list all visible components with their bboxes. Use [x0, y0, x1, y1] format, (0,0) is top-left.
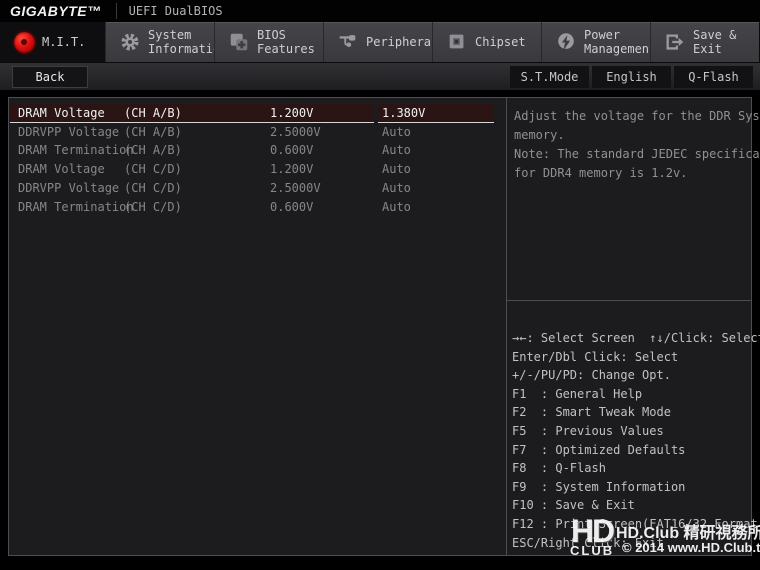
qflash-button[interactable]: Q-Flash: [674, 66, 753, 88]
setting-label: DRAM Termination: [18, 200, 134, 214]
setting-row-ddrvpp-voltage-ab[interactable]: DDRVPP Voltage (CH A/B) 2.5000V Auto: [10, 123, 504, 142]
tab-peripherals[interactable]: Peripherals: [323, 22, 445, 62]
setting-configured-value: 1.380V: [382, 106, 426, 120]
legend-line: F2 : Smart Tweak Mode: [512, 405, 671, 420]
toolbar-right-group: S.T.Mode English Q-Flash: [510, 66, 753, 88]
st-mode-button[interactable]: S.T.Mode: [510, 66, 589, 88]
setting-channel: (CH A/B): [124, 125, 182, 139]
setting-row-dram-termination-ab[interactable]: DRAM Termination (CH A/B) 0.600V Auto: [10, 141, 504, 160]
tab-power-management[interactable]: Power Management: [541, 22, 656, 62]
legend-line: F9 : System Information: [512, 479, 686, 494]
help-line: memory.: [514, 128, 565, 142]
info-panel: Adjust the voltage for the DDR System me…: [506, 98, 760, 555]
hdclub-logo-hd: HD: [570, 513, 615, 549]
tab-mit[interactable]: M.I.T.: [0, 22, 105, 62]
mit-red-ball-icon: [12, 30, 36, 54]
tab-label: BIOS Features: [257, 28, 315, 56]
setting-channel: (CH C/D): [124, 181, 182, 195]
title-bar: GIGABYTE™ UEFI DualBIOS: [0, 0, 760, 22]
setting-current-value: 0.600V: [270, 200, 314, 214]
hdclub-logo: HD CLUB: [570, 513, 615, 558]
setting-channel: (CH A/B): [124, 106, 182, 120]
help-line: for DDR4 memory is 1.2v.: [514, 166, 688, 180]
watermark-copyright: © 2014 www.HD.Club.tw: [622, 540, 760, 555]
setting-row-dram-termination-cd[interactable]: DRAM Termination (CH C/D) 0.600V Auto: [10, 198, 504, 217]
power-icon: [554, 30, 578, 54]
product-name: UEFI DualBIOS: [128, 4, 223, 18]
tab-bios-features[interactable]: BIOS Features: [214, 22, 323, 62]
setting-configured-value: Auto: [382, 125, 411, 139]
legend-line: Enter/Dbl Click: Select: [512, 349, 679, 364]
help-line: Adjust the voltage for the DDR System: [514, 109, 760, 123]
tab-bar: M.I.T. System Information BIOS Features: [0, 22, 760, 62]
setting-label: DRAM Voltage: [18, 106, 105, 120]
setting-current-value: 2.5000V: [270, 125, 321, 139]
legend-line: F7 : Optimized Defaults: [512, 442, 686, 457]
setting-label: DDRVPP Voltage: [18, 125, 120, 139]
setting-label: DRAM Termination: [18, 143, 134, 157]
help-line: Note: The standard JEDEC specification: [514, 147, 760, 161]
bios-features-icon: [227, 30, 251, 54]
settings-list: DRAM Voltage (CH A/B) 1.200V 1.380V DDRV…: [9, 98, 506, 555]
gigabyte-logo: GIGABYTE™: [10, 3, 102, 19]
save-exit-icon: [663, 30, 687, 54]
main-panel: DRAM Voltage (CH A/B) 1.200V 1.380V DDRV…: [8, 97, 760, 556]
toolbar: Back S.T.Mode English Q-Flash: [0, 62, 760, 90]
tab-label: Power Management: [584, 28, 657, 56]
chipset-icon: [445, 30, 469, 54]
legend-line: →←: Select Screen ↑↓/Click: Select Item: [512, 331, 760, 345]
setting-configured-value: Auto: [382, 200, 411, 214]
setting-channel: (CH C/D): [124, 162, 182, 176]
tab-chipset[interactable]: Chipset: [432, 22, 541, 62]
setting-current-value: 2.5000V: [270, 181, 321, 195]
setting-row-ddrvpp-voltage-cd[interactable]: DDRVPP Voltage (CH C/D) 2.5000V Auto: [10, 179, 504, 198]
setting-label: DRAM Voltage: [18, 162, 105, 176]
gear-icon: [118, 30, 142, 54]
setting-row-dram-voltage-cd[interactable]: DRAM Voltage (CH C/D) 1.200V Auto: [10, 160, 504, 179]
legend-line: +/-/PU/PD: Change Opt.: [512, 368, 671, 383]
setting-configured-value: Auto: [382, 181, 411, 195]
tab-system-information[interactable]: System Information: [105, 22, 228, 62]
setting-configured-value: Auto: [382, 162, 411, 176]
tab-label: Save & Exit: [693, 28, 737, 56]
peripherals-icon: [336, 30, 360, 54]
help-text-box: Adjust the voltage for the DDR System me…: [507, 98, 760, 301]
setting-channel: (CH C/D): [124, 200, 182, 214]
language-button[interactable]: English: [592, 66, 671, 88]
tab-label: M.I.T.: [42, 35, 86, 49]
legend-line: F5 : Previous Values: [512, 423, 664, 438]
setting-current-value: 0.600V: [270, 143, 314, 157]
tab-label: Chipset: [475, 35, 526, 49]
hdclub-watermark: HD CLUB HD.Club 精研視務所 © 2014 www.HD.Club…: [548, 512, 760, 564]
setting-current-value: 1.200V: [270, 162, 314, 176]
legend-line: F8 : Q-Flash: [512, 461, 606, 476]
setting-configured-value: Auto: [382, 143, 411, 157]
setting-current-value: 1.200V: [270, 106, 314, 120]
hdclub-logo-club: CLUB: [570, 543, 615, 558]
back-button[interactable]: Back: [12, 66, 88, 88]
setting-label: DDRVPP Voltage: [18, 181, 120, 195]
setting-channel: (CH A/B): [124, 143, 182, 157]
tab-label: System Information: [148, 28, 228, 56]
setting-row-dram-voltage-ab[interactable]: DRAM Voltage (CH A/B) 1.200V 1.380V: [10, 104, 504, 123]
tab-save-exit[interactable]: Save & Exit: [650, 22, 759, 62]
legend-line: F1 : General Help: [512, 386, 643, 401]
titlebar-divider: [115, 3, 117, 19]
